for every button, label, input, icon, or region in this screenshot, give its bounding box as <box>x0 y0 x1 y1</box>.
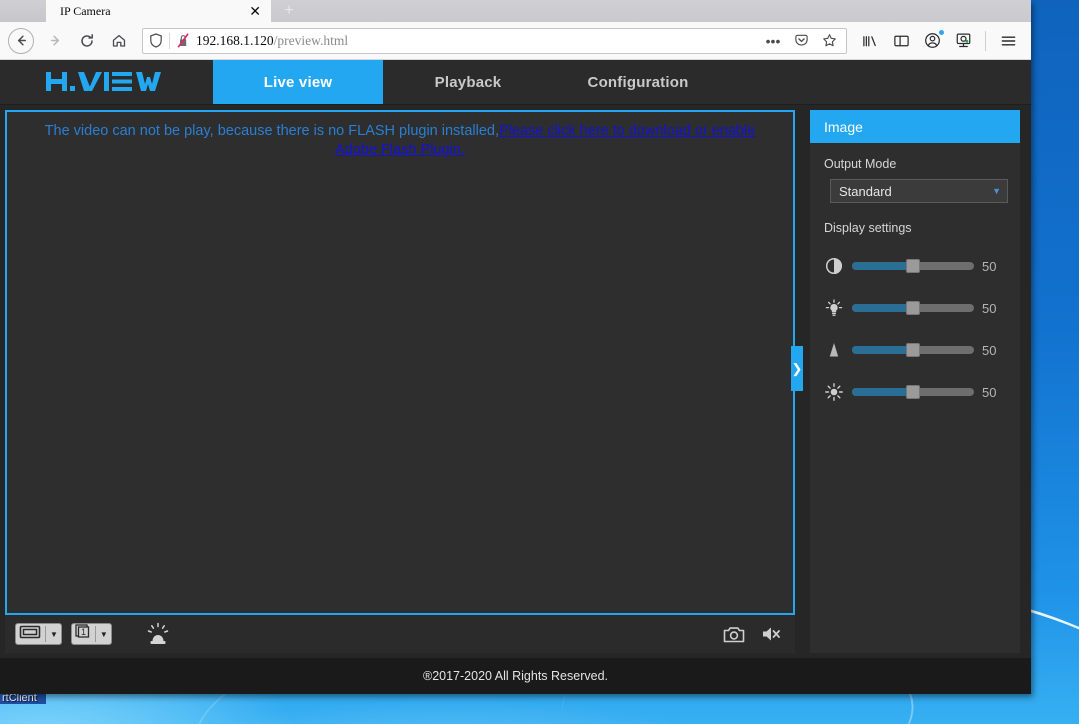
tab-configuration-label: Configuration <box>588 74 689 91</box>
url-text: 192.168.1.120/preview.html <box>196 33 756 49</box>
camera-body: The video can not be play, because there… <box>0 105 1031 658</box>
contrast-icon <box>824 257 844 275</box>
url-bar[interactable]: 192.168.1.120/preview.html ••• <box>142 28 847 54</box>
forward-arrow-icon <box>40 26 70 56</box>
sharpness-slider[interactable] <box>852 346 974 354</box>
reload-icon[interactable] <box>72 26 102 56</box>
hview-logo <box>0 60 213 104</box>
display-settings-label: Display settings <box>824 221 1006 235</box>
close-icon[interactable]: ✕ <box>245 4 265 18</box>
home-icon[interactable] <box>104 26 134 56</box>
star-icon[interactable] <box>818 33 840 48</box>
tab-playback-label: Playback <box>435 74 502 91</box>
browser-tab-ip-camera[interactable]: IP Camera ✕ <box>46 0 271 22</box>
camera-page: Live view Playback Configuration The vid… <box>0 60 1031 694</box>
video-column: The video can not be play, because there… <box>5 110 795 653</box>
brightness-slider-fill <box>852 304 913 312</box>
saturation-value: 50 <box>982 385 1006 400</box>
saturation-slider[interactable] <box>852 388 974 396</box>
hview-logo-mark <box>44 69 169 95</box>
contrast-slider[interactable] <box>852 262 974 270</box>
saturation-slider-handle[interactable] <box>906 385 920 399</box>
output-mode-label: Output Mode <box>824 157 1006 171</box>
camera-header: Live view Playback Configuration <box>0 60 1031 105</box>
url-path: /preview.html <box>274 33 348 48</box>
shield-icon[interactable] <box>149 33 163 48</box>
tabstrip-fill <box>307 0 1031 22</box>
flash-message-text: The video can not be play, because there… <box>45 123 499 139</box>
output-mode-select[interactable]: Standard ▼ <box>830 179 1008 203</box>
camera-sharing-icon[interactable] <box>948 26 978 56</box>
account-notification-dot <box>938 29 945 36</box>
navigation-toolbar: 192.168.1.120/preview.html ••• <box>0 22 1031 60</box>
tab-playback[interactable]: Playback <box>383 60 553 104</box>
page-footer: ®2017-2020 All Rights Reserved. <box>0 658 1031 694</box>
saturation-slider-fill <box>852 388 913 396</box>
sharpness-icon <box>824 341 844 359</box>
layout-select-separator <box>95 626 96 642</box>
new-tab-button[interactable]: + <box>271 0 307 22</box>
page-actions-icon[interactable]: ••• <box>762 33 784 49</box>
slider-row-sharpness: 50 <box>824 329 1006 371</box>
chevron-down-icon-2[interactable]: ▼ <box>100 630 108 639</box>
contrast-slider-handle[interactable] <box>906 259 920 273</box>
library-icon[interactable] <box>855 26 885 56</box>
saturation-icon <box>824 383 844 401</box>
panel-collapse-handle[interactable]: ❯ <box>791 346 803 391</box>
tab-live-view-label: Live view <box>264 74 333 91</box>
sidebar-icon[interactable] <box>886 26 916 56</box>
url-separator <box>169 33 170 49</box>
svg-text:1: 1 <box>81 627 86 637</box>
alarm-siren-icon[interactable] <box>145 622 171 646</box>
brightness-icon <box>824 299 844 317</box>
slider-row-brightness: 50 <box>824 287 1006 329</box>
back-arrow-icon[interactable] <box>8 28 34 54</box>
sharpness-slider-fill <box>852 346 913 354</box>
chevron-down-icon[interactable]: ▼ <box>50 630 58 639</box>
tab-title: IP Camera <box>60 4 245 19</box>
sharpness-slider-handle[interactable] <box>906 343 920 357</box>
stream-select-button[interactable]: ▼ <box>15 623 62 645</box>
video-toolbar: ▼ 1 ▼ <box>5 615 795 653</box>
output-mode-value: Standard <box>839 184 892 199</box>
contrast-value: 50 <box>982 259 1006 274</box>
browser-window: IP Camera ✕ + <box>0 0 1031 694</box>
speaker-muted-icon[interactable] <box>757 620 785 648</box>
tab-configuration[interactable]: Configuration <box>553 60 723 104</box>
hamburger-menu-icon[interactable] <box>993 26 1023 56</box>
brightness-slider[interactable] <box>852 304 974 312</box>
sharpness-value: 50 <box>982 343 1006 358</box>
stream-select-separator <box>45 626 46 642</box>
chevron-right-icon: ❯ <box>792 362 803 375</box>
image-settings-panel: Image Output Mode Standard ▼ Display set… <box>810 110 1020 653</box>
slider-row-saturation: 50 <box>824 371 1006 413</box>
chevron-down-icon-3: ▼ <box>992 186 1001 196</box>
layout-icon: 1 <box>75 624 91 644</box>
tab-live-view[interactable]: Live view <box>213 60 383 104</box>
video-viewport[interactable]: The video can not be play, because there… <box>5 110 795 615</box>
screen-icon <box>19 625 41 644</box>
tabstrip-left-spacer <box>0 0 46 22</box>
pocket-icon[interactable] <box>790 33 812 48</box>
camera-snapshot-icon[interactable] <box>720 620 748 648</box>
tab-strip: IP Camera ✕ + <box>0 0 1031 22</box>
insecure-lock-icon[interactable] <box>176 33 190 48</box>
account-icon[interactable] <box>917 26 947 56</box>
brightness-value: 50 <box>982 301 1006 316</box>
slider-row-contrast: 50 <box>824 245 1006 287</box>
url-host: 192.168.1.120 <box>196 33 274 48</box>
layout-select-button[interactable]: 1 ▼ <box>71 623 112 645</box>
panel-body: Output Mode Standard ▼ Display settings <box>810 143 1020 413</box>
brightness-slider-handle[interactable] <box>906 301 920 315</box>
flash-plugin-message: The video can not be play, because there… <box>7 112 793 160</box>
toolbar-divider <box>985 31 986 51</box>
panel-title: Image <box>810 110 1020 143</box>
contrast-slider-fill <box>852 262 913 270</box>
toolbar-end-group <box>855 26 1023 56</box>
